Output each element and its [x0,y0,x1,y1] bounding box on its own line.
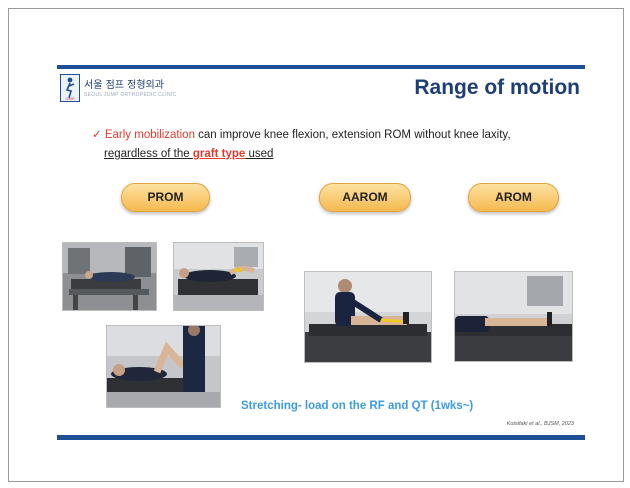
prom-photo-1 [62,242,157,311]
clinic-subtitle: SEOUL JUMP ORTHOPEDIC CLINIC [84,92,177,98]
bullet-text: ✓ Early mobilization can improve knee fl… [92,129,511,160]
check-icon: ✓ [92,129,102,141]
aarom-photo [304,271,432,363]
top-divider [57,65,585,69]
arom-photo [454,271,573,362]
prom-button[interactable]: PROM [121,183,210,212]
arom-button[interactable]: AROM [468,183,559,212]
prom-photo-3 [106,325,221,408]
clinic-name: 서울 점프 정형외과 [84,80,164,91]
citation: Kotsifaki et al., BJSM, 2023 [506,421,574,427]
prom-photo-2 [173,242,264,311]
highlight-early-mobilization: Early mobilization [104,129,195,141]
stretching-caption: Stretching- load on the RF and QT (1wks~… [241,400,474,412]
aarom-button[interactable]: AAROM [319,183,411,212]
svg-text:JUMP: JUMP [65,97,75,101]
clinic-logo-icon: JUMP [60,74,80,102]
highlight-graft-type: graft type [192,148,246,160]
bottom-divider [57,435,585,440]
page-title: Range of motion [414,76,580,99]
